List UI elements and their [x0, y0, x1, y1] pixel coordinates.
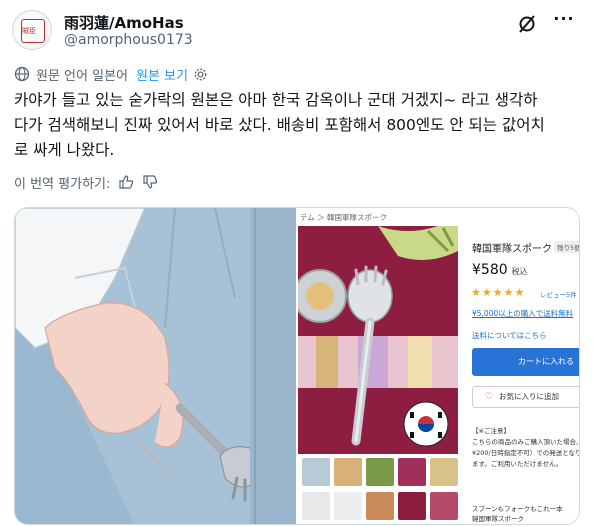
thumbnail[interactable]: [398, 492, 426, 520]
anime-illustration[interactable]: [15, 208, 296, 524]
translation-info: 원문 언어 일본어 원본 보기: [14, 64, 208, 84]
product-title: 韓国軍隊スポーク: [472, 244, 552, 255]
rating-stars: ★★★★★: [471, 286, 526, 299]
review-link[interactable]: レビュー5件: [540, 289, 577, 299]
brand-logo-icon[interactable]: [516, 12, 538, 34]
tweet-line: 카야가 들고 있는 숟가락의 원본은 아마 한국 감옥이나 군대 거겠지~ 라고…: [14, 91, 538, 109]
gear-icon[interactable]: [193, 67, 208, 82]
thumbnail[interactable]: [366, 492, 394, 520]
price-value: ¥580: [472, 262, 508, 278]
description-line: スプーンもフォークもこれ一本: [472, 505, 563, 513]
anime-hand-with-spork-image: [15, 208, 296, 524]
thumbnail[interactable]: [430, 458, 458, 486]
rate-translation: 이 번역 평가하기:: [14, 172, 158, 192]
tax-label: 税込: [511, 267, 528, 276]
favorite-button-label: お気に入りに追加: [499, 392, 559, 401]
description-text: スプーンもフォークもこれ一本 韓国軍隊スポーク: [472, 504, 579, 524]
globe-icon: [14, 66, 30, 82]
original-language-label: 원문 언어 일본어: [36, 68, 128, 84]
thumbnail[interactable]: [398, 458, 426, 486]
add-favorite-button[interactable]: ♡ お気に入りに追加: [472, 386, 579, 408]
heart-icon: ♡: [485, 392, 494, 402]
notice-text: 【※ご注意】 こちらの商品のみご購入頂いた場合、¥200/日時指定不可）での発送…: [472, 426, 580, 470]
shipping-info-link[interactable]: 送料についてはこちら: [472, 330, 547, 341]
thumbnail-strip: [302, 458, 460, 524]
tweet-line: 로 싸게 나왔다.: [14, 141, 115, 159]
thumbnail[interactable]: [334, 458, 362, 486]
thumbnail[interactable]: [302, 458, 330, 486]
tweet-header: 賊臣 雨羽蓮/AmoHas @amorphous0173 ···: [12, 10, 582, 52]
tweet-text: 카야가 들고 있는 숟가락의 원본은 아마 한국 감옥이나 군대 거겠지~ 라고…: [14, 88, 580, 163]
tweet-media[interactable]: テム ＞ 韓国軍隊スポーク 韓国軍隊スポーク 残り5個 ¥580 税込 ★★★★…: [14, 207, 580, 525]
free-shipping-link[interactable]: ¥5,000以上の購入で送料無料: [472, 308, 573, 319]
thumbnail[interactable]: [302, 492, 330, 520]
add-to-cart-button[interactable]: カートに入れる: [472, 348, 579, 376]
avatar-text: 賊臣: [22, 27, 36, 35]
more-icon[interactable]: ···: [552, 10, 576, 34]
display-name[interactable]: 雨羽蓮/AmoHas: [64, 12, 184, 33]
spork-product-photo: [298, 226, 458, 454]
thumbnail[interactable]: [366, 458, 394, 486]
product-listing-image[interactable]: テム ＞ 韓国軍隊スポーク 韓国軍隊スポーク 残り5個 ¥580 税込 ★★★★…: [298, 208, 580, 524]
user-handle[interactable]: @amorphous0173: [64, 32, 193, 48]
stock-badge: 残り5個: [554, 241, 579, 253]
thumbs-down-icon[interactable]: [142, 174, 158, 190]
description-line: 韓国軍隊スポーク: [472, 515, 524, 523]
product-price: ¥580 税込: [472, 262, 528, 278]
thumbnail[interactable]: [334, 492, 362, 520]
cart-button-label: カートに入れる: [518, 357, 574, 366]
thumbs-up-icon[interactable]: [118, 174, 134, 190]
notice-title: 【※ご注意】: [472, 427, 510, 435]
view-original-link[interactable]: 원본 보기: [136, 65, 188, 84]
rate-translation-label: 이 번역 평가하기:: [14, 176, 111, 192]
avatar[interactable]: 賊臣: [12, 10, 52, 50]
thumbnail[interactable]: [430, 492, 458, 520]
breadcrumb: テム ＞ 韓国軍隊スポーク: [300, 213, 388, 222]
tweet-line: 다가 검색해보니 진짜 있어서 바로 샀다. 배송비 포함해서 800엔도 안 …: [14, 116, 545, 134]
notice-body: こちらの商品のみご購入頂いた場合、¥200/日時指定不可）での発送となります。ご…: [472, 438, 580, 468]
